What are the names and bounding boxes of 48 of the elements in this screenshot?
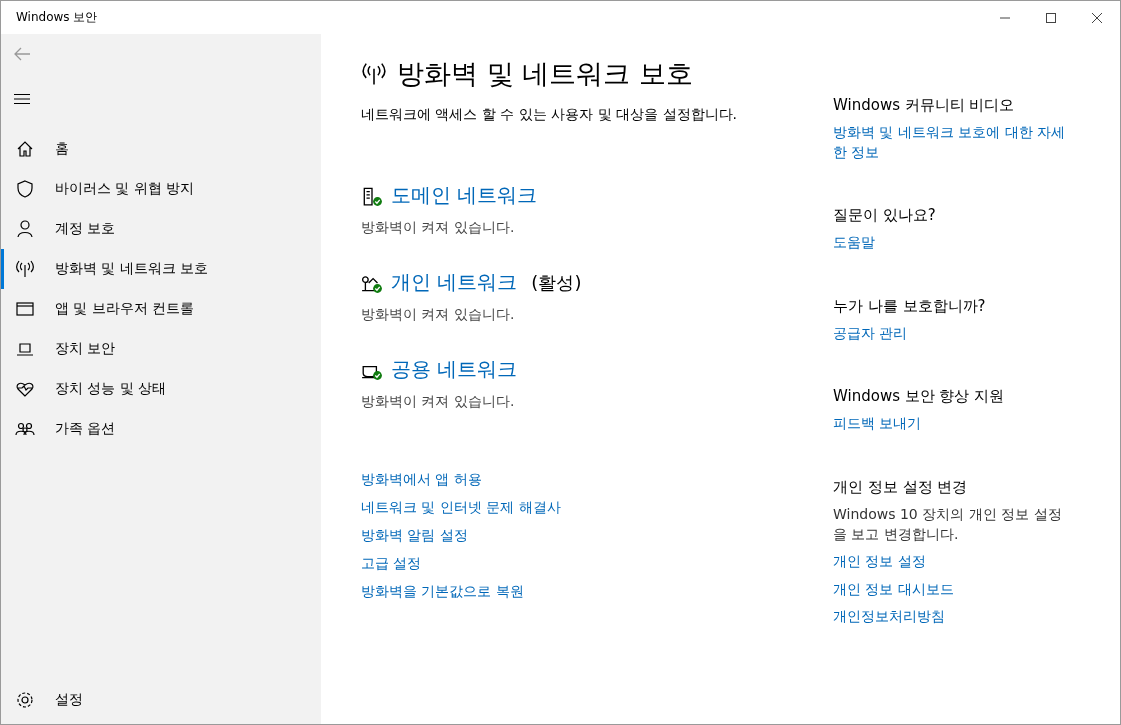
nav-item[interactable]: 바이러스 및 위협 방지 <box>1 169 321 209</box>
page-title: 방화벽 및 네트워크 보호 <box>397 57 693 91</box>
help-link[interactable]: 공급자 관리 <box>833 323 1071 344</box>
help-link[interactable]: 방화벽 및 네트워크 보호에 대한 자세한 정보 <box>833 123 1071 163</box>
settings-icon <box>15 690 35 710</box>
page-subtitle: 네트워크에 액세스 할 수 있는 사용자 및 대상을 설정합니다. <box>361 106 739 124</box>
person-icon <box>15 219 35 239</box>
browser-window-icon <box>15 299 35 319</box>
network-link[interactable]: 개인 네트워크 <box>391 269 518 296</box>
settings-link[interactable]: 방화벽에서 앱 허용 <box>361 471 773 489</box>
shield-icon <box>15 179 35 199</box>
nav-item[interactable]: 장치 보안 <box>1 329 321 369</box>
settings-link[interactable]: 고급 설정 <box>361 555 773 573</box>
firewall-status: 방화벽이 켜져 있습니다. <box>361 306 516 324</box>
help-link[interactable]: 개인정보처리방침 <box>833 607 1071 627</box>
nav-item[interactable]: 가족 옵션 <box>1 409 321 449</box>
network-link[interactable]: 도메인 네트워크 <box>391 182 538 209</box>
settings-link[interactable]: 방화벽을 기본값으로 복원 <box>361 583 773 601</box>
network-link[interactable]: 공용 네트워크 <box>391 356 518 383</box>
section-heading: Windows 보안 향상 지원 <box>833 387 1006 407</box>
section-heading: 누가 나를 보호합니까? <box>833 296 987 316</box>
settings-link[interactable]: 네트워크 및 인터넷 문제 해결사 <box>361 499 773 517</box>
nav-item[interactable]: 방화벽 및 네트워크 보호 <box>1 249 321 289</box>
section-text: Windows 10 장치의 개인 정보 설정을 보고 변경합니다. <box>833 504 1063 544</box>
firewall-status: 방화벽이 켜져 있습니다. <box>361 219 516 237</box>
antenna-icon <box>15 259 35 279</box>
nav-item[interactable]: 앱 및 브라우저 컨트롤 <box>1 289 321 329</box>
home-icon <box>15 139 35 159</box>
antenna-icon <box>361 61 387 87</box>
section-heading: 질문이 있나요? <box>833 206 937 226</box>
help-link[interactable]: 도움말 <box>833 233 1071 253</box>
nav-item[interactable]: 계정 보호 <box>1 209 321 249</box>
back-arrow-icon <box>13 47 31 61</box>
help-link[interactable]: 피드백 보내기 <box>833 414 1071 434</box>
menu-icon <box>13 93 31 105</box>
settings-link[interactable]: 방화벽 알림 설정 <box>361 527 773 545</box>
help-link[interactable]: 개인 정보 대시보드 <box>833 579 1071 600</box>
help-link[interactable]: 개인 정보 설정 <box>833 552 1071 572</box>
nav-item[interactable]: 홈 <box>1 129 321 169</box>
firewall-status: 방화벽이 켜져 있습니다. <box>361 393 516 411</box>
window-title: Windows 보안 <box>16 9 99 26</box>
maximize-icon <box>1045 11 1057 24</box>
section-heading: 개인 정보 설정 변경 <box>833 477 969 497</box>
close-icon <box>1091 11 1103 24</box>
settings-nav-item[interactable]: 설정 <box>1 680 321 720</box>
section-heading: Windows 커뮤니티 비디오 <box>833 96 1016 115</box>
active-label: (활성) <box>531 270 582 295</box>
nav-item[interactable]: 장치 성능 및 상태 <box>1 369 321 409</box>
